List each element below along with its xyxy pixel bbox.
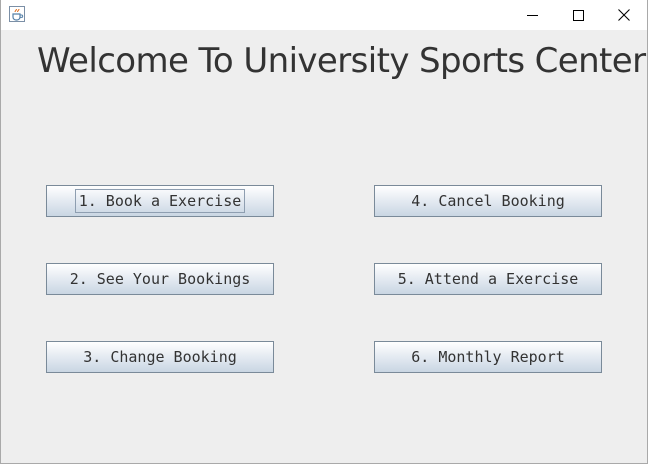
close-button[interactable] — [601, 0, 647, 30]
see-bookings-label: 2. See Your Bookings — [69, 270, 251, 288]
change-booking-button[interactable]: 3. Change Booking — [46, 341, 274, 373]
maximize-icon — [572, 9, 584, 21]
minimize-button[interactable] — [509, 0, 555, 30]
minimize-icon — [526, 14, 538, 16]
attend-exercise-button[interactable]: 5. Attend a Exercise — [374, 263, 602, 295]
maximize-button[interactable] — [555, 0, 601, 30]
book-exercise-label: 1. Book a Exercise — [74, 189, 246, 213]
cancel-booking-label: 4. Cancel Booking — [411, 192, 565, 210]
java-cup-icon[interactable] — [9, 6, 25, 22]
close-icon — [618, 9, 630, 21]
monthly-report-label: 6. Monthly Report — [411, 348, 565, 366]
attend-exercise-label: 5. Attend a Exercise — [397, 270, 579, 288]
page-title: Welcome To University Sports Center — [37, 41, 646, 81]
see-bookings-button[interactable]: 2. See Your Bookings — [46, 263, 274, 295]
app-window: Welcome To University Sports Center 1. B… — [0, 0, 648, 464]
book-exercise-button[interactable]: 1. Book a Exercise — [46, 185, 274, 217]
change-booking-label: 3. Change Booking — [83, 348, 237, 366]
title-bar[interactable] — [1, 0, 647, 30]
cancel-booking-button[interactable]: 4. Cancel Booking — [374, 185, 602, 217]
monthly-report-button[interactable]: 6. Monthly Report — [374, 341, 602, 373]
